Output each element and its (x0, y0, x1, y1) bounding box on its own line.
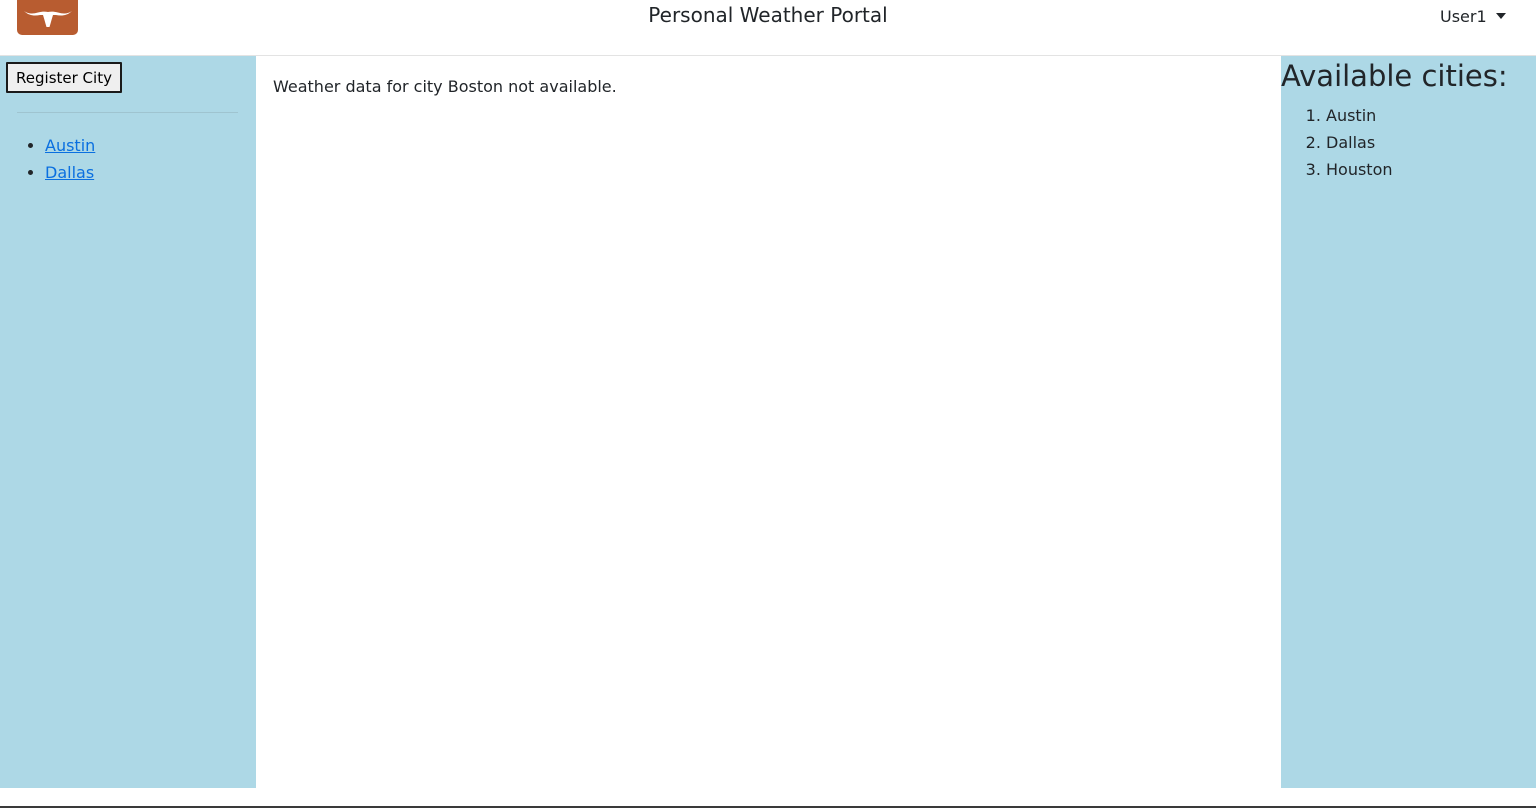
left-sidebar: Register City Austin Dallas (0, 56, 256, 788)
register-city-button[interactable]: Register City (6, 62, 122, 93)
list-item: Dallas (45, 159, 95, 186)
list-item: Austin (1326, 102, 1393, 129)
page-title: Personal Weather Portal (648, 3, 888, 27)
main-content: Weather data for city Boston not availab… (256, 56, 1281, 788)
user-name: User1 (1440, 6, 1487, 26)
available-cities-heading: Available cities: (1281, 59, 1508, 93)
top-navbar: Personal Weather Portal User1 (0, 0, 1536, 56)
user-menu-dropdown[interactable]: User1 (1440, 5, 1506, 27)
right-sidebar: Available cities: Austin Dallas Houston (1281, 56, 1536, 788)
list-item: Houston (1326, 156, 1393, 183)
available-cities-list: Austin Dallas Houston (1281, 102, 1393, 183)
chevron-down-icon (1495, 13, 1506, 19)
weather-status-message: Weather data for city Boston not availab… (273, 77, 617, 96)
page-bottom-border (0, 788, 1536, 808)
sidebar-divider (17, 112, 238, 113)
city-link-austin[interactable]: Austin (45, 136, 95, 155)
registered-cities-list: Austin Dallas (0, 132, 95, 186)
brand-logo[interactable] (17, 0, 78, 35)
list-item: Dallas (1326, 129, 1393, 156)
city-link-dallas[interactable]: Dallas (45, 163, 94, 182)
list-item: Austin (45, 132, 95, 159)
longhorn-icon (23, 10, 72, 27)
